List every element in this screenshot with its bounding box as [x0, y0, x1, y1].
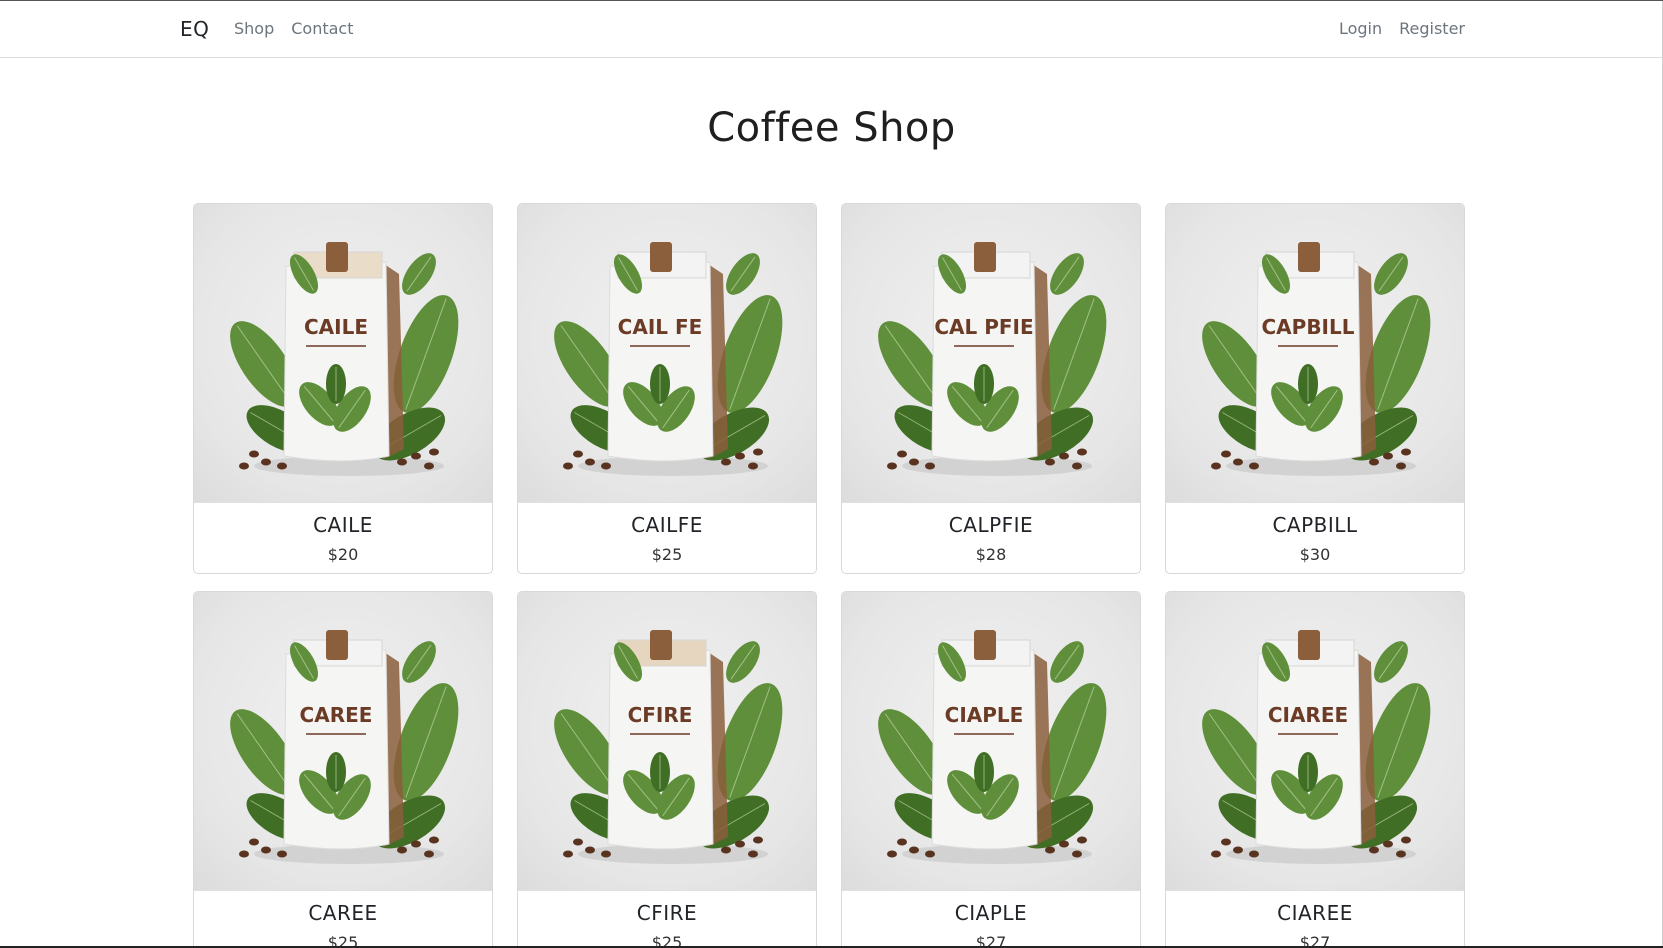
bag-label-text: CAILE — [304, 315, 368, 339]
coffee-bag-illustration: CFIRE — [554, 630, 783, 864]
coffee-bag-illustration: CAILE — [230, 242, 459, 476]
product-name: CIAREE — [1277, 901, 1353, 925]
bag-label-text: CIAPLE — [945, 703, 1024, 727]
product-card[interactable]: CIAREE CIAREE $27 — [1165, 591, 1465, 948]
coffee-bag-illustration: CIAREE — [1202, 630, 1431, 864]
bag-label-text: CAL PFIE — [934, 315, 1033, 339]
nav-link-register[interactable]: Register — [1399, 19, 1465, 38]
product-price: $28 — [975, 545, 1007, 564]
coffee-bag-illustration: CAIL FE — [554, 242, 783, 476]
product-name: CALPFIE — [948, 513, 1034, 537]
nav-link-login[interactable]: Login — [1339, 19, 1382, 38]
product-image: CIAPLE — [842, 592, 1140, 891]
product-image: CIAREE — [1166, 592, 1464, 891]
product-card-body: CAILE $20 — [194, 503, 492, 564]
product-card[interactable]: CAREE CAREE $25 — [193, 591, 493, 948]
product-image: CFIRE — [518, 592, 816, 891]
product-price: $27 — [975, 933, 1007, 948]
coffee-bag-illustration: CAREE — [230, 630, 459, 864]
product-price: $27 — [1299, 933, 1331, 948]
product-card-body: CFIRE $25 — [518, 891, 816, 948]
product-name: CAILE — [313, 513, 373, 537]
coffee-bag-illustration: CAPBILL — [1202, 242, 1431, 476]
product-image: CAL PFIE — [842, 204, 1140, 503]
nav-right-links: Login Register — [1339, 19, 1465, 38]
product-price: $25 — [651, 933, 683, 948]
product-grid: CAILE CAILE $20 CAIL FE CAILFE $25 CAL P… — [193, 203, 1465, 948]
product-card[interactable]: CFIRE CFIRE $25 — [517, 591, 817, 948]
bag-label-text: CIAREE — [1268, 703, 1348, 727]
product-name: CAILFE — [631, 513, 703, 537]
product-card-body: CIAREE $27 — [1166, 891, 1464, 948]
product-image: CAIL FE — [518, 204, 816, 503]
product-price: $25 — [327, 933, 359, 948]
product-card[interactable]: CAL PFIE CALPFIE $28 — [841, 203, 1141, 574]
product-name: CAREE — [308, 901, 378, 925]
page: EQ Shop Contact Login Register Coffee Sh… — [0, 0, 1663, 948]
top-navbar: EQ Shop Contact Login Register — [0, 1, 1663, 58]
product-image: CAPBILL — [1166, 204, 1464, 503]
product-card[interactable]: CAILE CAILE $20 — [193, 203, 493, 574]
brand-logo[interactable]: EQ — [180, 17, 209, 41]
nav-left-links: Shop Contact — [234, 19, 354, 38]
nav-link-shop[interactable]: Shop — [234, 19, 274, 38]
product-price: $30 — [1299, 545, 1331, 564]
product-card[interactable]: CIAPLE CIAPLE $27 — [841, 591, 1141, 948]
product-price: $20 — [327, 545, 359, 564]
product-card-body: CAPBILL $30 — [1166, 503, 1464, 564]
bag-label-text: CAPBILL — [1262, 315, 1355, 339]
bag-label-text: CAIL FE — [618, 315, 703, 339]
product-image: CAILE — [194, 204, 492, 503]
product-card-body: CAILFE $25 — [518, 503, 816, 564]
coffee-bag-illustration: CAL PFIE — [878, 242, 1107, 476]
product-name: CIAPLE — [954, 901, 1028, 925]
product-name: CAPBILL — [1272, 513, 1358, 537]
product-image: CAREE — [194, 592, 492, 891]
nav-link-contact[interactable]: Contact — [291, 19, 353, 38]
product-card[interactable]: CAIL FE CAILFE $25 — [517, 203, 817, 574]
product-card[interactable]: CAPBILL CAPBILL $30 — [1165, 203, 1465, 574]
product-card-body: CALPFIE $28 — [842, 503, 1140, 564]
bag-label-text: CAREE — [300, 703, 373, 727]
product-price: $25 — [651, 545, 683, 564]
product-card-body: CAREE $25 — [194, 891, 492, 948]
coffee-bag-illustration: CIAPLE — [878, 630, 1107, 864]
product-name: CFIRE — [636, 901, 698, 925]
bag-label-text: CFIRE — [628, 703, 693, 727]
page-title: Coffee Shop — [707, 105, 956, 151]
product-card-body: CIAPLE $27 — [842, 891, 1140, 948]
